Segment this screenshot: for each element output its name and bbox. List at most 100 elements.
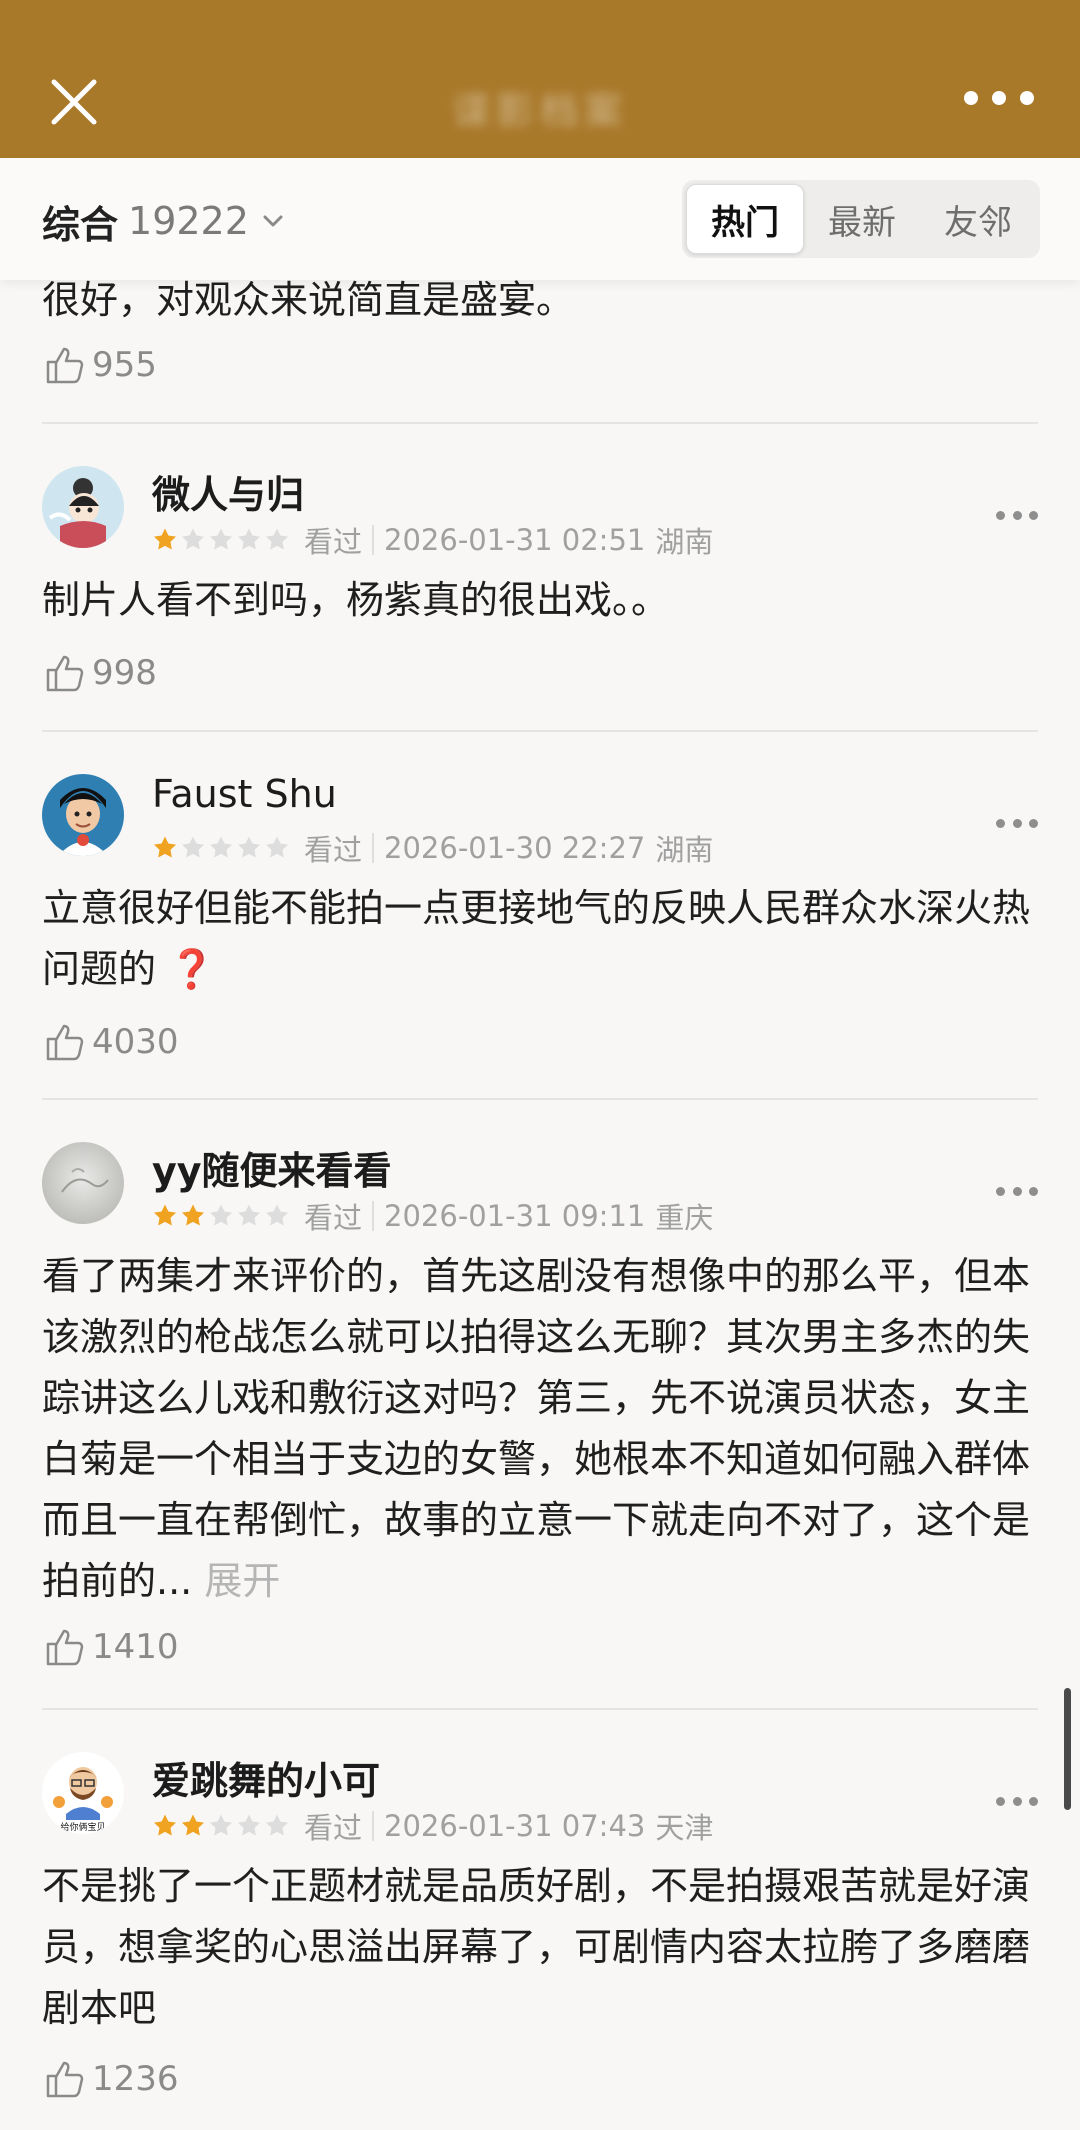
review-location: 重庆 (655, 1201, 714, 1235)
review-text: 立意很好但能不能拍一点更接地气的反映人民群众水深火热问题的 ❓ (42, 886, 1031, 991)
review-meta: 看过 2026-01-31 09:11 重庆 (152, 1198, 714, 1235)
star-empty-icon (266, 1204, 288, 1226)
review-text: 制片人看不到吗，杨紫真的很出戏。。 (42, 578, 670, 622)
review-meta: 看过 2026-01-31 02:51 湖南 (152, 522, 714, 559)
avatar-image (42, 774, 124, 856)
star-empty-icon (238, 1814, 260, 1836)
scrollbar[interactable] (1064, 1688, 1071, 1810)
thumbs-up-icon (46, 1629, 84, 1666)
avatar[interactable] (42, 1142, 124, 1224)
svg-text:给你俩宝贝: 给你俩宝贝 (60, 1821, 105, 1833)
star-filled-icon (182, 1814, 204, 1836)
like-button[interactable]: 998 (42, 646, 157, 700)
more-options-button[interactable] (964, 78, 1034, 118)
more-icon (996, 818, 1005, 828)
like-button[interactable]: 1410 (42, 1620, 179, 1674)
review-datetime: 2026-01-31 02:51 (384, 523, 646, 557)
like-button[interactable]: 1236 (42, 2052, 179, 2106)
star-filled-icon (154, 836, 176, 858)
avatar-image (42, 466, 124, 548)
like-count: 955 (92, 345, 157, 385)
star-empty-icon (210, 528, 232, 550)
star-empty-icon (210, 836, 232, 858)
star-filled-icon (182, 1204, 204, 1226)
avatar[interactable] (42, 466, 124, 548)
watch-status: 看过 (304, 833, 363, 867)
divider (42, 422, 1038, 424)
avatar[interactable] (42, 774, 124, 856)
divider (42, 1098, 1038, 1100)
username[interactable]: Faust Shu (152, 772, 337, 816)
like-button[interactable]: 4030 (42, 1015, 179, 1069)
more-icon (996, 510, 1005, 520)
review-text: 看了两集才来评价的，首先这剧没有想像中的那么平，但本该激烈的枪战怎么就可以拍得这… (42, 1254, 1031, 1603)
review-datetime: 2026-01-31 09:11 (384, 1199, 646, 1233)
watch-status: 看过 (304, 525, 363, 559)
star-empty-icon (238, 528, 260, 550)
star-rating (152, 1203, 290, 1229)
divider (42, 730, 1038, 732)
more-icon (996, 1186, 1005, 1196)
like-count: 4030 (92, 1022, 179, 1062)
expand-link[interactable]: 展开 (192, 1559, 280, 1603)
avatar[interactable]: 给你俩宝贝 (42, 1752, 124, 1834)
star-filled-icon (154, 528, 176, 550)
sort-tabs: 热门 最新 友邻 (682, 180, 1040, 258)
review-count: 19222 (128, 199, 249, 243)
tab-latest[interactable]: 最新 (804, 184, 920, 254)
more-horizontal-icon (964, 91, 978, 105)
username[interactable]: 爱跳舞的小可 (152, 1750, 380, 1805)
star-rating (152, 1813, 290, 1839)
top-bar: 谍影档案 (0, 0, 1080, 158)
question-emoji: ❓ (168, 947, 216, 991)
star-empty-icon (182, 836, 204, 858)
thumbs-up-icon (46, 655, 84, 692)
star-empty-icon (238, 836, 260, 858)
star-empty-icon (266, 528, 288, 550)
review-datetime: 2026-01-30 22:27 (384, 831, 646, 865)
avatar-image: 给你俩宝贝 (42, 1752, 124, 1834)
review-more-button[interactable] (996, 1794, 1038, 1808)
review-location: 湖南 (655, 833, 714, 867)
more-icon (996, 1796, 1005, 1806)
avatar-image (42, 1142, 124, 1224)
review-location: 湖南 (655, 525, 714, 559)
review-more-button[interactable] (996, 508, 1038, 522)
star-rating (152, 835, 290, 861)
tab-friends[interactable]: 友邻 (920, 184, 1036, 254)
chevron-down-icon (263, 215, 283, 227)
review-more-button[interactable] (996, 816, 1038, 830)
star-empty-icon (266, 1814, 288, 1836)
username[interactable]: yy随便来看看 (152, 1140, 392, 1195)
review-datetime: 2026-01-31 07:43 (384, 1809, 646, 1843)
star-empty-icon (210, 1204, 232, 1226)
star-empty-icon (266, 836, 288, 858)
star-rating (152, 527, 290, 553)
divider (42, 1708, 1038, 1710)
page-title: 谍影档案 (451, 89, 628, 133)
star-empty-icon (182, 528, 204, 550)
review-text: 不是挑了一个正题材就是品质好剧，不是拍摄艰苦就是好演员，想拿奖的心思溢出屏幕了，… (42, 1864, 1031, 2030)
watch-status: 看过 (304, 1811, 363, 1845)
close-button[interactable] (44, 72, 104, 132)
review-location: 天津 (655, 1811, 714, 1845)
review-meta: 看过 2026-01-30 22:27 湖南 (152, 830, 714, 867)
username[interactable]: 微人与归 (152, 464, 304, 519)
sort-label: 综合 (42, 202, 119, 247)
like-button[interactable]: 955 (42, 338, 157, 392)
star-empty-icon (238, 1204, 260, 1226)
review-meta: 看过 2026-01-31 07:43 天津 (152, 1808, 714, 1845)
star-filled-icon (154, 1204, 176, 1226)
review-list: 很好，对观众来说简直是盛宴。 955 微人与归 看过 2026-01-31 02… (0, 280, 1080, 2130)
watch-status: 看过 (304, 1201, 363, 1235)
sort-dropdown[interactable]: 综合 19222 (42, 196, 287, 247)
review-text: 很好，对观众来说简直是盛宴。 (42, 280, 575, 322)
like-count: 998 (92, 653, 157, 693)
thumbs-up-icon (46, 2061, 84, 2098)
review-more-button[interactable] (996, 1184, 1038, 1198)
tab-hot[interactable]: 热门 (686, 184, 804, 254)
thumbs-up-icon (46, 347, 84, 384)
star-filled-icon (154, 1814, 176, 1836)
thumbs-up-icon (46, 1024, 84, 1061)
like-count: 1236 (92, 2059, 179, 2099)
